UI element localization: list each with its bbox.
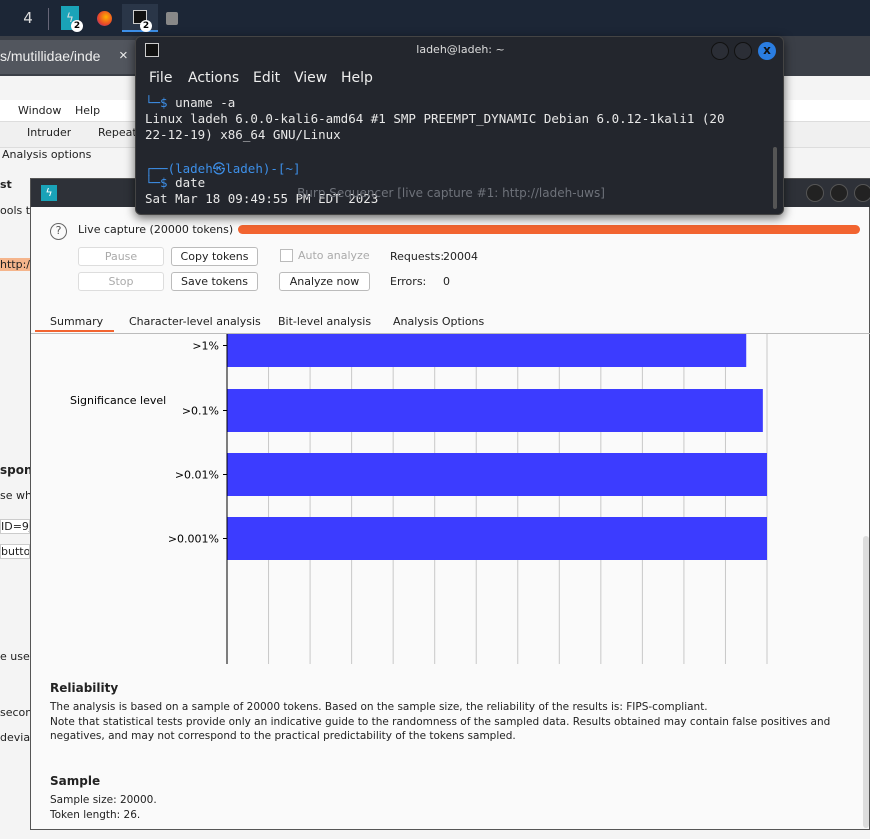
terminal-line: └─$ uname -a [145, 95, 236, 110]
terminal-badge: 2 [140, 20, 152, 32]
bar->0.1% [227, 389, 763, 432]
terminal-titlebar: ladeh@ladeh: ~ x [136, 37, 783, 63]
text-fragment: deviate [0, 731, 30, 744]
active-tab-indicator [35, 330, 114, 332]
y-tick-label: >0.01% [175, 469, 219, 482]
auto-analyze-checkbox[interactable] [280, 249, 293, 262]
app-icon[interactable] [165, 6, 179, 30]
tab-intruder[interactable]: Intruder [27, 126, 71, 139]
text-fragment: ID=9j8 [0, 519, 30, 534]
menu-help[interactable]: Help [75, 104, 100, 117]
bar->0.001% [227, 517, 767, 560]
menu-file[interactable]: File [149, 70, 172, 86]
terminal-line: Sat Mar 18 09:49:55 PM EDT 2023 [145, 191, 379, 206]
sequencer-window: ϟ Burp Sequencer [live capture #1: http:… [30, 178, 870, 830]
terminal-title: ladeh@ladeh: ~ [416, 43, 505, 56]
maximize-button[interactable] [734, 42, 752, 60]
terminal-app-icon[interactable]: 2 [122, 4, 158, 32]
help-icon[interactable]: ? [50, 223, 67, 240]
sample-heading: Sample [50, 774, 101, 788]
errors-label: Errors: [390, 275, 427, 288]
taskbar: 4 ϟ2 2 [0, 0, 870, 36]
text-fragment: e used [0, 650, 30, 663]
browser-tab[interactable]: s/mutillidae/inde × [0, 40, 135, 74]
maximize-button[interactable] [830, 184, 848, 202]
entropy-chart: 0102030405060708090100110120130>1%>0.1%>… [70, 334, 768, 664]
reliability-text: The analysis is based on a sample of 200… [50, 701, 831, 742]
reliability-heading: Reliability [50, 681, 119, 695]
sample-text: Sample size: 20000. Token length: 26. [50, 794, 157, 821]
menu-actions[interactable]: Actions [188, 70, 239, 86]
divider [48, 8, 49, 30]
text-fragment: second [0, 706, 30, 719]
vertical-scrollbar[interactable] [863, 536, 869, 828]
tab-character-level[interactable]: Character-level analysis [129, 315, 261, 328]
y-tick-label: >0.1% [182, 405, 219, 418]
terminal-scrollbar[interactable] [773, 147, 777, 209]
burp-app-icon[interactable]: ϟ2 [61, 6, 83, 32]
text-fragment: st [0, 178, 12, 191]
close-button[interactable] [854, 184, 870, 202]
menu-help[interactable]: Help [341, 70, 373, 86]
y-tick-label: >0.001% [168, 533, 219, 546]
close-tab-icon[interactable]: × [119, 47, 128, 64]
terminal-window: ladeh@ladeh: ~ x File Actions Edit View … [135, 36, 784, 215]
terminal-line: └─$ date [145, 175, 206, 190]
terminal-line: 22-12-19) x86_64 GNU/Linux [145, 127, 341, 142]
requests-label: Requests: [390, 250, 445, 263]
capture-label: Live capture (20000 tokens) [78, 223, 234, 236]
subtab-analysis-options[interactable]: Analysis options [2, 148, 91, 161]
menu-view[interactable]: View [294, 70, 327, 86]
tab-bit-level[interactable]: Bit-level analysis [278, 315, 371, 328]
close-button[interactable]: x [758, 42, 776, 60]
terminal-icon [145, 43, 159, 57]
text-fragment: se whe [0, 489, 30, 502]
stop-button[interactable]: Stop [78, 272, 164, 291]
y-axis-label: Significance level [70, 394, 166, 407]
text-fragment: spon [0, 463, 30, 477]
burp-logo-icon: ϟ [41, 185, 57, 201]
capture-progress-bar [238, 225, 860, 234]
progress-fill [238, 225, 860, 234]
requests-count: 20004 [443, 250, 478, 263]
copy-tokens-button[interactable]: Copy tokens [171, 247, 258, 266]
firefox-icon[interactable] [95, 6, 113, 30]
workspace-4[interactable]: 4 [18, 6, 38, 30]
bar->0.01% [227, 453, 767, 496]
tab-summary[interactable]: Summary [50, 315, 103, 328]
tab-analysis-options[interactable]: Analysis Options [393, 315, 484, 328]
save-tokens-button[interactable]: Save tokens [171, 272, 258, 291]
minimize-button[interactable] [806, 184, 824, 202]
minimize-button[interactable] [711, 42, 729, 60]
text-fragment: button_ [0, 544, 30, 559]
analyze-now-button[interactable]: Analyze now [279, 272, 370, 291]
tab-title: s/mutillidae/inde [0, 48, 101, 64]
pause-button[interactable]: Pause [78, 247, 164, 266]
text-fragment: ools to [0, 204, 30, 217]
bar->1% [227, 334, 747, 367]
menu-edit[interactable]: Edit [253, 70, 280, 86]
terminal-line: Linux ladeh 6.0.0-kali6-amd64 #1 SMP PRE… [145, 111, 725, 126]
burp-badge: 2 [71, 20, 83, 32]
text-fragment: http://l [0, 258, 30, 271]
y-tick-label: >1% [192, 340, 219, 353]
menu-window[interactable]: Window [18, 104, 61, 117]
errors-count: 0 [443, 275, 450, 288]
auto-analyze-label: Auto analyze [298, 249, 370, 262]
